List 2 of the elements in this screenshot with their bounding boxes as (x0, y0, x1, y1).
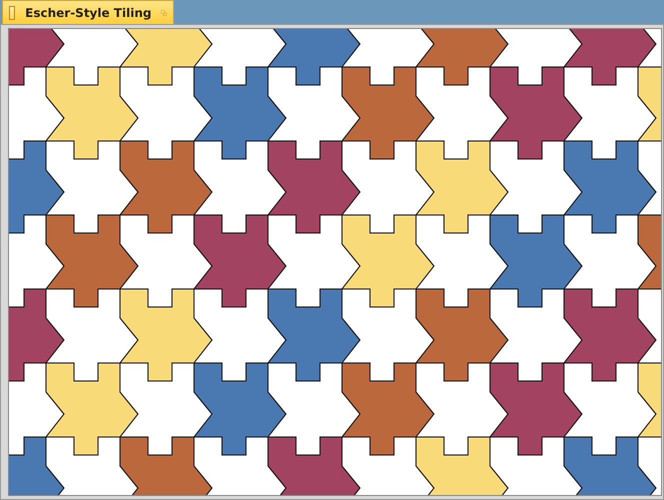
window-title: Escher-Style Tiling (25, 6, 152, 20)
close-button[interactable] (9, 6, 16, 20)
